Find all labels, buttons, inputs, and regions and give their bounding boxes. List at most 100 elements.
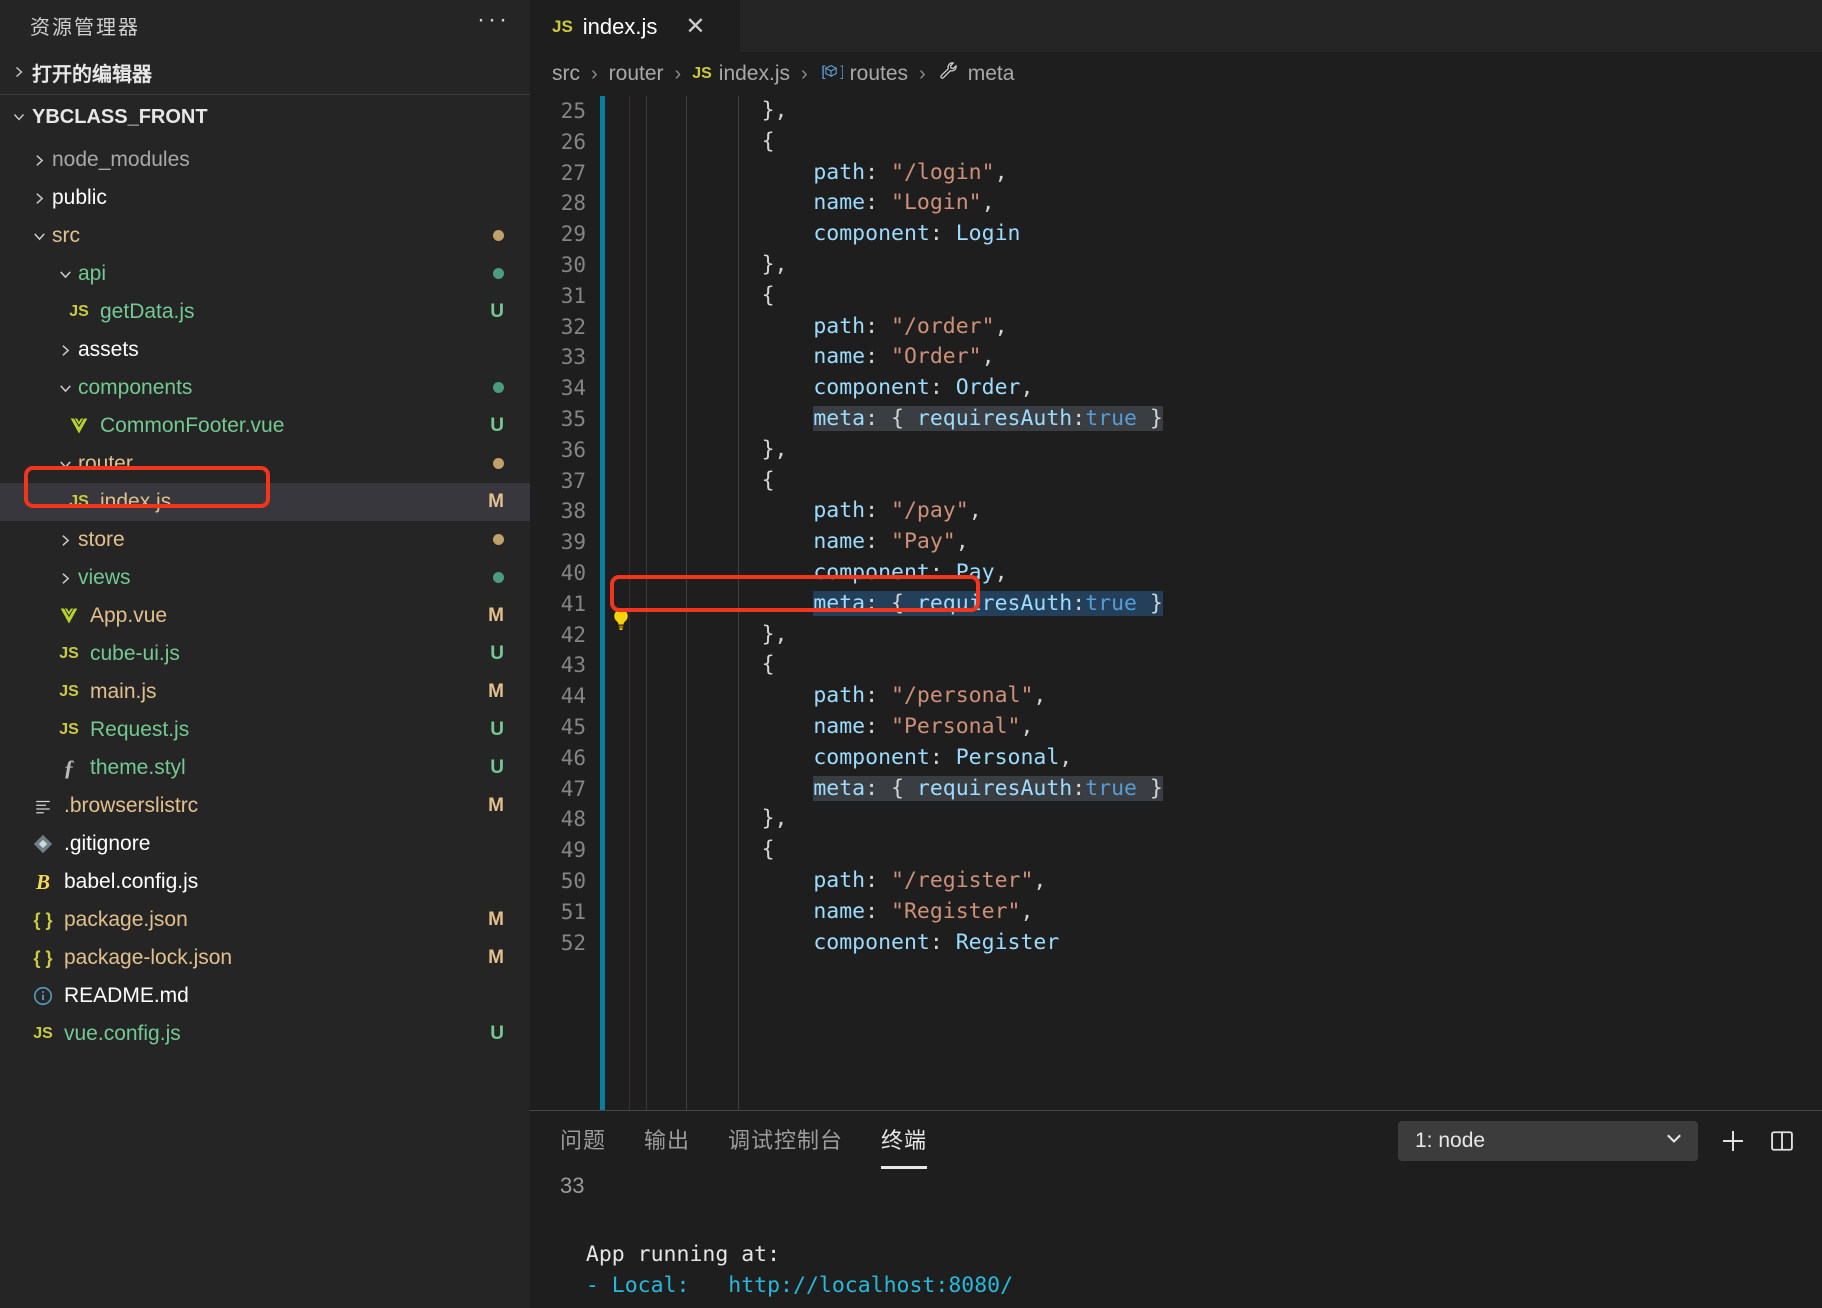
tree-item-store[interactable]: store (0, 521, 530, 559)
tree-item-readme-md[interactable]: README.md (0, 977, 530, 1015)
tree-item-api[interactable]: api (0, 255, 530, 293)
code-text: name: "Login", (813, 190, 995, 216)
project-root-row[interactable]: YBCLASS_FRONT (0, 95, 530, 139)
code-line-45[interactable]: 45 name: "Personal", (530, 712, 1822, 743)
tree-item-router[interactable]: router (0, 445, 530, 483)
code-line-40[interactable]: 40 component: Pay, (530, 558, 1822, 589)
tree-item--browserslistrc[interactable]: .browserslistrc M (0, 787, 530, 825)
breadcrumb-item-routes[interactable]: []routes (819, 62, 908, 87)
code-line-36[interactable]: 36 }, (530, 435, 1822, 466)
panel-tab-调试控制台[interactable]: 调试控制台 (728, 1123, 843, 1161)
tree-item-public[interactable]: public (0, 179, 530, 217)
tree-item-label: theme.styl (90, 756, 186, 779)
code-line-38[interactable]: 38 path: "/pay", (530, 496, 1822, 527)
code-line-39[interactable]: 39 name: "Pay", (530, 527, 1822, 558)
code-text: meta: { requiresAuth:true } (658, 774, 1822, 805)
code-line-31[interactable]: 31 { (530, 281, 1822, 312)
code-text: name: "Personal", (813, 713, 1034, 739)
code-line-42[interactable]: 42 }, (530, 620, 1822, 651)
tree-item-package-json[interactable]: { } package.json M (0, 901, 530, 939)
tree-item-main-js[interactable]: JS main.js M (0, 673, 530, 711)
tree-item-package-lock-json[interactable]: { } package-lock.json M (0, 939, 530, 977)
terminal-output[interactable]: 33 App running at: - Local: http://local… (530, 1173, 1822, 1308)
code-line-32[interactable]: 32 path: "/order", (530, 312, 1822, 343)
line-number: 36 (560, 437, 586, 462)
close-icon[interactable]: ✕ (685, 14, 705, 39)
code-line-52[interactable]: 52 component: Register (530, 928, 1822, 959)
terminal-output-line: App running at: (560, 1242, 781, 1267)
tree-item-app-vue[interactable]: App.vue M (0, 597, 530, 635)
code-line-48[interactable]: 48 }, (530, 804, 1822, 835)
chevron-right-icon (52, 337, 78, 363)
tree-item-label: cube-ui.js (90, 642, 180, 665)
tree-item-cube-ui-js[interactable]: JS cube-ui.js U (0, 635, 530, 673)
panel-tab-终端[interactable]: 终端 (881, 1123, 928, 1169)
code-line-43[interactable]: 43 { (530, 650, 1822, 681)
code-line-26[interactable]: 26 { (530, 127, 1822, 158)
tree-item-assets[interactable]: assets (0, 331, 530, 369)
new-terminal-button[interactable] (1718, 1126, 1748, 1156)
code-line-49[interactable]: 49 { (530, 835, 1822, 866)
code-line-47[interactable]: 47 meta: { requiresAuth:true } (530, 774, 1822, 805)
breadcrumb-label: router (608, 62, 664, 85)
code-line-51[interactable]: 51 name: "Register", (530, 897, 1822, 928)
tree-item-vue-config-js[interactable]: JS vue.config.js U (0, 1015, 530, 1053)
git-status-badge: M (488, 681, 504, 702)
panel-tab-问题[interactable]: 问题 (560, 1123, 606, 1161)
code-line-30[interactable]: 30 }, (530, 250, 1822, 281)
code-line-35[interactable]: 35 meta: { requiresAuth:true } (530, 404, 1822, 435)
code-line-41[interactable]: 41 meta: { requiresAuth:true } (530, 589, 1822, 631)
selected-text: meta: { requiresAuth:true } (813, 590, 1163, 616)
code-line-50[interactable]: 50 path: "/register", (530, 866, 1822, 897)
git-status-badge: M (488, 947, 504, 968)
breadcrumb-item-src[interactable]: src (552, 62, 580, 86)
tree-item-index-js[interactable]: JS index.js M (0, 483, 530, 521)
tree-item--gitignore[interactable]: .gitignore (0, 825, 530, 863)
terminal-selector-dropdown[interactable]: 1: node (1398, 1121, 1698, 1161)
code-text: component: Order, (813, 375, 1034, 401)
line-number: 31 (560, 283, 586, 308)
explorer-more-actions-icon[interactable]: ··· (477, 8, 510, 35)
code-line-37[interactable]: 37 { (530, 466, 1822, 497)
code-line-34[interactable]: 34 component: Order, (530, 373, 1822, 404)
breadcrumb[interactable]: src›router›JSindex.js›[]routes›meta (530, 52, 1822, 96)
tree-item-label: api (78, 262, 107, 285)
explorer-header: 资源管理器 ··· (0, 0, 530, 50)
code-line-44[interactable]: 44 path: "/personal", (530, 681, 1822, 712)
tree-item-views[interactable]: views (0, 559, 530, 597)
tree-item-commonfooter-vue[interactable]: CommonFooter.vue U (0, 407, 530, 445)
breadcrumb-item-meta[interactable]: meta (937, 60, 1014, 88)
code-editor[interactable]: 25 }, 26 {27 path: "/login", 28 name: "Log… (530, 96, 1822, 1110)
code-line-28[interactable]: 28 name: "Login", (530, 188, 1822, 219)
code-line-25[interactable]: 25 }, (530, 96, 1822, 127)
split-terminal-button[interactable] (1768, 1127, 1796, 1155)
tree-item-theme-styl[interactable]: ƒ theme.styl U (0, 749, 530, 787)
breadcrumb-item-router[interactable]: router (609, 62, 664, 86)
file-tree[interactable]: node_modules public src api JS getData.js Uass… (0, 139, 530, 1308)
tree-item-src[interactable]: src (0, 217, 530, 255)
code-line-27[interactable]: 27 path: "/login", (530, 158, 1822, 189)
breadcrumb-item-index-js[interactable]: JS index.js (692, 62, 790, 86)
code-text: name: "Register", (813, 898, 1034, 924)
list-file-icon (26, 791, 60, 821)
tree-item-label: .browserslistrc (64, 794, 199, 817)
open-editors-section[interactable]: 打开的编辑器 (0, 50, 530, 95)
tree-item-request-js[interactable]: JS Request.js U (0, 711, 530, 749)
breadcrumb-separator-icon: › (674, 62, 682, 85)
code-line-46[interactable]: 46 component: Personal, (530, 743, 1822, 774)
tree-item-getdata-js[interactable]: JS getData.js U (0, 293, 530, 331)
js-file-icon: JS (59, 721, 79, 738)
tree-item-components[interactable]: components (0, 369, 530, 407)
tab-index-js[interactable]: JS index.js ✕ (530, 0, 740, 52)
code-line-33[interactable]: 33 name: "Order", (530, 342, 1822, 373)
chevron-down-icon (52, 261, 78, 287)
line-number: 37 (560, 468, 586, 493)
terminal-line-count: 33 (560, 1173, 585, 1198)
tree-item-babel-config-js[interactable]: Bbabel.config.js (0, 863, 530, 901)
panel-tab-输出[interactable]: 输出 (644, 1123, 690, 1161)
tree-item-node-modules[interactable]: node_modules (0, 141, 530, 179)
line-number: 25 (560, 99, 586, 123)
line-number: 44 (560, 684, 586, 709)
code-line-29[interactable]: 29 component: Login (530, 219, 1822, 250)
breadcrumb-separator-icon: › (919, 62, 926, 85)
